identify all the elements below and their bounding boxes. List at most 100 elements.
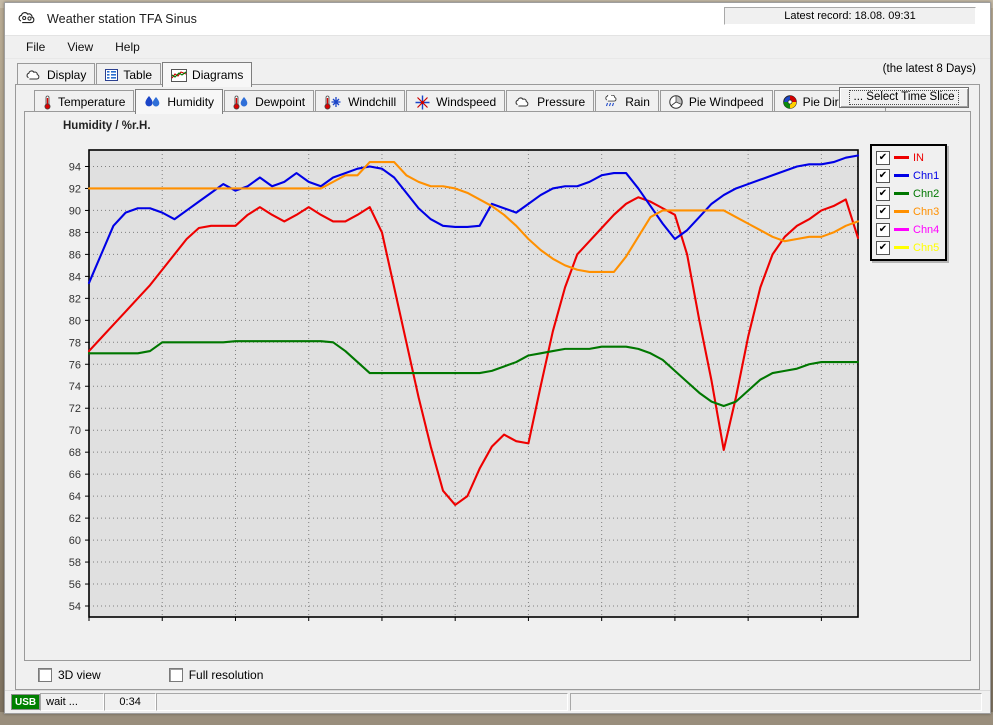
legend-row-chn2[interactable]: ✔ Chn2: [876, 186, 939, 201]
compass-star-icon: [415, 95, 430, 110]
chart-options-row: 3D view Full resolution: [16, 661, 979, 689]
legend-row-chn5[interactable]: ✔ Chn5: [876, 240, 939, 255]
chart-container: Humidity / %r.H. 54 56 58 60 62 64 66 68 70 72 74 7…: [24, 111, 971, 661]
legend-color-swatch: [894, 228, 909, 231]
legend-label: Chn5: [913, 241, 940, 254]
legend-label: Chn4: [913, 223, 940, 236]
status-state: wait ...: [40, 693, 105, 711]
checkbox-full-resolution-box[interactable]: [168, 668, 183, 682]
checkbox-3d-view[interactable]: 3D view: [38, 668, 101, 682]
legend-checkbox-chn2[interactable]: ✔: [876, 186, 890, 201]
legend-checkbox-chn3[interactable]: ✔: [876, 204, 890, 219]
menu-item-file[interactable]: File: [15, 38, 56, 56]
menu-item-help[interactable]: Help: [104, 38, 151, 56]
y-tick-label: 88: [69, 227, 81, 239]
usb-status-indicator: USB: [11, 694, 41, 710]
thermometer-icon: [43, 95, 52, 110]
thermo-drop-icon: [233, 95, 249, 110]
legend-label: Chn1: [913, 169, 940, 182]
diagrams-panel: Temperature Humidity Dewpoint Windchill …: [15, 84, 980, 690]
status-bar: USB wait ... 0:34 Latest record: 18.08. …: [5, 7, 990, 713]
tab-table[interactable]: Table: [96, 63, 162, 86]
select-time-slice-button[interactable]: ... Select Time Slice: [839, 87, 969, 108]
y-tick-label: 72: [69, 403, 81, 415]
legend-row-chn4[interactable]: ✔ Chn4: [876, 222, 939, 237]
tab-display[interactable]: Display: [17, 63, 96, 86]
y-tick-label: 58: [69, 557, 81, 569]
tab-temperature-label: Temperature: [58, 95, 126, 109]
tab-dewpoint[interactable]: Dewpoint: [224, 90, 315, 113]
legend-row-chn3[interactable]: ✔ Chn3: [876, 204, 939, 219]
status-filler: [156, 693, 569, 711]
tab-dewpoint-label: Dewpoint: [255, 95, 306, 109]
checkbox-3d-view-label: 3D view: [58, 668, 101, 682]
tab-table-label: Table: [123, 68, 153, 82]
tab-humidity-label: Humidity: [167, 95, 215, 109]
humidity-line-chart[interactable]: 54 56 58 60 62 64 66 68 70 72 74 76 78 80 82 84 86 88 90 92…: [25, 112, 978, 622]
legend-label: Chn2: [913, 187, 940, 200]
y-tick-label: 56: [69, 579, 81, 591]
y-tick-label: 94: [69, 161, 81, 173]
y-tick-label: 60: [69, 535, 81, 547]
cloud-icon: [15, 10, 41, 28]
tab-pie-windspeed-label: Pie Windpeed: [688, 95, 764, 109]
cloud-icon: [26, 69, 42, 81]
y-tick-label: 70: [69, 425, 81, 437]
y-tick-label: 78: [69, 337, 81, 349]
tab-windspeed[interactable]: Windspeed: [406, 90, 506, 113]
pie-icon: [669, 95, 683, 109]
thermo-wind-icon: [324, 95, 342, 110]
y-tick-label: 54: [69, 601, 81, 613]
tab-windchill[interactable]: Windchill: [315, 90, 406, 113]
tab-diagrams-label: Diagrams: [192, 68, 244, 82]
tab-humidity[interactable]: Humidity: [135, 89, 224, 114]
pie-color-icon: [782, 95, 797, 109]
tab-pressure[interactable]: Pressure: [506, 90, 595, 113]
menu-bar: File View Help: [5, 36, 990, 59]
checkbox-3d-view-box[interactable]: [38, 668, 52, 682]
tab-display-label: Display: [47, 68, 87, 82]
legend-color-swatch: [894, 156, 909, 159]
tab-pressure-label: Pressure: [537, 95, 586, 109]
y-tick-label: 68: [69, 447, 81, 459]
legend-checkbox-chn1[interactable]: ✔: [876, 168, 890, 183]
y-tick-label: 66: [69, 469, 81, 481]
legend-row-in[interactable]: ✔ IN: [876, 150, 939, 165]
tab-diagrams[interactable]: Diagrams: [162, 62, 253, 87]
checkbox-full-resolution[interactable]: Full resolution: [168, 668, 264, 682]
application-window: Weather station TFA Sinus — □ ✕ File Vie…: [4, 2, 991, 714]
y-tick-label: 62: [69, 513, 81, 525]
cloud-icon: [515, 96, 531, 108]
legend-color-swatch: [894, 192, 909, 195]
checkbox-full-resolution-label: Full resolution: [188, 668, 264, 682]
tab-temperature[interactable]: Temperature: [34, 90, 135, 113]
legend-checkbox-chn5[interactable]: ✔: [876, 240, 890, 255]
legend-row-chn1[interactable]: ✔ Chn1: [876, 168, 939, 183]
y-tick-label: 84: [69, 271, 81, 283]
latest-days-note: (the latest 8 Days): [882, 63, 976, 75]
legend-color-swatch: [894, 246, 909, 249]
legend-color-swatch: [894, 174, 909, 177]
tab-windspeed-label: Windspeed: [436, 95, 497, 109]
menu-item-view[interactable]: View: [56, 38, 104, 56]
status-clock: 0:34: [104, 693, 157, 711]
rain-icon: [604, 95, 619, 109]
y-tick-label: 82: [69, 293, 81, 305]
series-legend: ✔ IN ✔ Chn1 ✔ Chn2 ✔ Chn3 ✔ Chn4 ✔ Chn5: [870, 144, 948, 261]
droplets-icon: [144, 95, 161, 109]
tab-pie-windspeed[interactable]: Pie Windpeed: [659, 90, 773, 113]
legend-checkbox-in[interactable]: ✔: [876, 150, 890, 165]
status-latest-record: Latest record: 18.08. 09:31: [724, 7, 976, 25]
legend-label: Chn3: [913, 205, 940, 218]
tab-rain[interactable]: Rain: [595, 90, 659, 113]
tab-rain-label: Rain: [625, 95, 650, 109]
legend-color-swatch: [894, 210, 909, 213]
y-tick-label: 92: [69, 183, 81, 195]
y-tick-label: 64: [69, 491, 81, 503]
legend-label: IN: [913, 151, 924, 164]
diagram-sub-tab-strip: Temperature Humidity Dewpoint Windchill …: [16, 85, 979, 114]
y-tick-label: 76: [69, 359, 81, 371]
legend-checkbox-chn4[interactable]: ✔: [876, 222, 890, 237]
main-tab-strip: Display Table Diagrams (the latest 8 Day…: [5, 59, 990, 87]
y-tick-label: 80: [69, 315, 81, 327]
